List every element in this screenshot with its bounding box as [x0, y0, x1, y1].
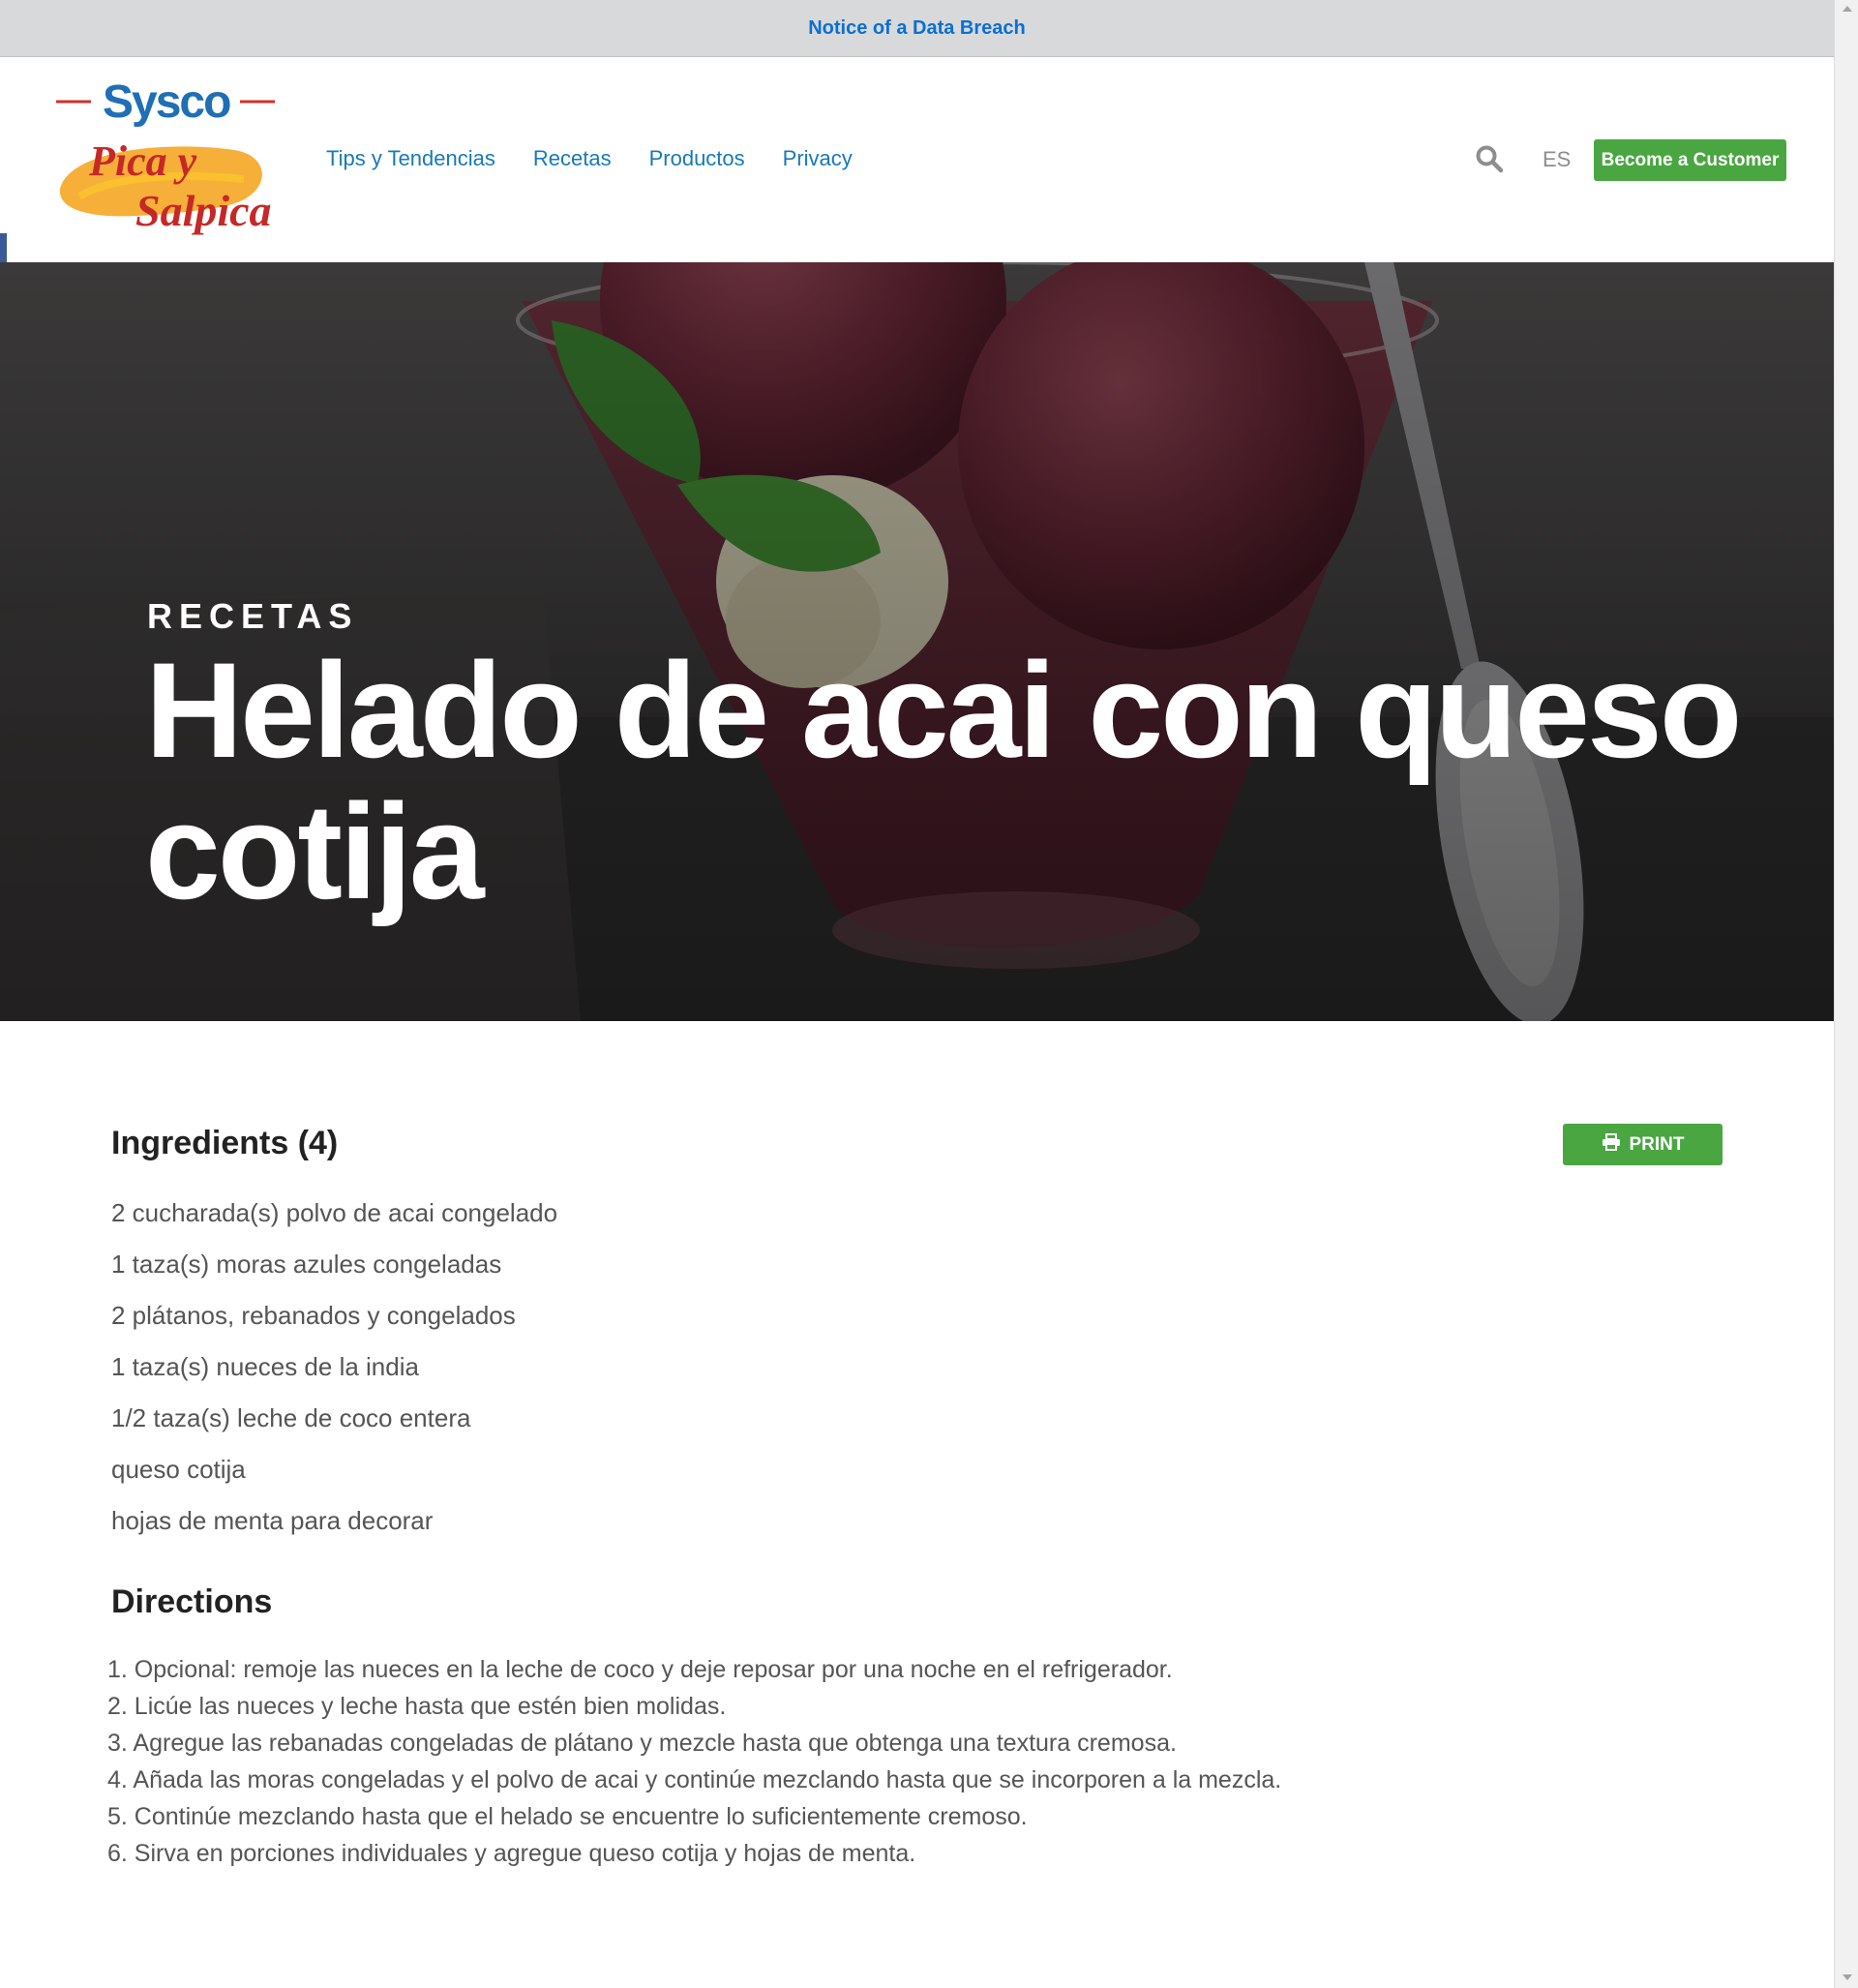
direction-step: 4. Añada las moras congeladas y el polvo…: [107, 1766, 1282, 1793]
page-title: Helado de acai con queso cotija: [145, 634, 1742, 927]
direction-step: 1. Opcional: remoje las nueces en la lec…: [107, 1656, 1173, 1683]
print-button-label: PRINT: [1629, 1133, 1685, 1155]
nav-item-recetas[interactable]: Recetas: [533, 146, 612, 171]
nav-item-tips-y-tendencias[interactable]: Tips y Tendencias: [326, 146, 495, 171]
nav-item-productos[interactable]: Productos: [649, 146, 745, 171]
ingredient-item: 1/2 taza(s) leche de coco entera: [111, 1403, 471, 1432]
ingredient-item: 2 plátanos, rebanados y congelados: [111, 1301, 516, 1330]
ingredients-heading: Ingredients (4): [111, 1125, 339, 1161]
ingredients-list: 2 cucharada(s) polvo de acai congelado 1…: [111, 1194, 557, 1553]
become-a-customer-button[interactable]: Become a Customer: [1594, 139, 1786, 181]
scroll-up-arrow-icon[interactable]: [1843, 6, 1852, 12]
notice-bar: Notice of a Data Breach: [0, 0, 1834, 57]
vertical-scrollbar[interactable]: [1834, 0, 1858, 1988]
search-icon[interactable]: [1475, 144, 1504, 173]
printer-icon: [1602, 1132, 1621, 1157]
direction-step: 5. Continúe mezclando hasta que el helad…: [107, 1803, 1028, 1830]
main-nav: Tips y Tendencias Recetas Productos Priv…: [326, 146, 853, 171]
ingredient-item: 2 cucharada(s) polvo de acai congelado: [111, 1198, 558, 1227]
scroll-down-arrow-icon[interactable]: [1843, 1974, 1852, 1980]
hero-category-label: RECETAS: [147, 596, 359, 636]
ingredient-item: hojas de menta para decorar: [111, 1506, 434, 1535]
nav-item-privacy[interactable]: Privacy: [783, 146, 853, 171]
svg-text:Salpica: Salpica: [135, 186, 272, 235]
ingredient-item: 1 taza(s) moras azules congeladas: [111, 1250, 502, 1279]
sysco-pica-y-salpica-logo[interactable]: Sysco Pica y Salpica: [50, 76, 292, 237]
svg-text:Sysco: Sysco: [103, 82, 230, 128]
direction-step: 3. Agregue las rebanadas congeladas de p…: [107, 1730, 1177, 1757]
directions-list: 1. Opcional: remoje las nueces en la lec…: [107, 1653, 1281, 1874]
ingredient-item: queso cotija: [111, 1455, 246, 1484]
hero-banner: RECETAS Helado de acai con queso cotija: [0, 262, 1834, 1021]
directions-heading: Directions: [111, 1583, 273, 1620]
site-header: Sysco Pica y Salpica Tips y Tendencias R…: [0, 57, 1834, 262]
print-button[interactable]: PRINT: [1563, 1124, 1723, 1165]
language-switch[interactable]: ES: [1543, 147, 1571, 172]
direction-step: 2. Licúe las nueces y leche hasta que es…: [107, 1693, 727, 1720]
svg-text:Pica y: Pica y: [88, 137, 197, 185]
ingredient-item: 1 taza(s) nueces de la india: [111, 1352, 419, 1381]
data-breach-notice-link[interactable]: Notice of a Data Breach: [808, 17, 1026, 40]
direction-step: 6. Sirva en porciones individuales y agr…: [107, 1840, 916, 1867]
